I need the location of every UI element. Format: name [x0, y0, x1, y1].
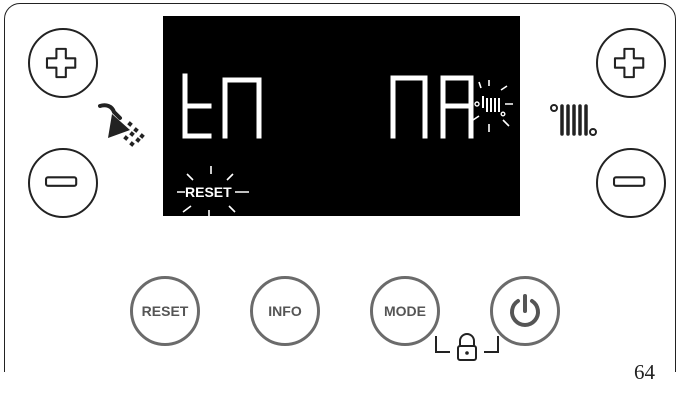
panel-bottom-gap: [4, 372, 676, 392]
minus-icon: [612, 176, 646, 187]
dhw-plus-button[interactable]: [28, 28, 98, 98]
info-button[interactable]: INFO: [250, 276, 320, 346]
lcd-reset-text: RESET: [185, 184, 232, 200]
lcd-left-digits: [182, 73, 262, 139]
info-button-label: INFO: [268, 303, 302, 319]
plus-icon: [45, 47, 77, 79]
mode-button[interactable]: MODE: [370, 276, 440, 346]
plus-icon: [613, 47, 645, 79]
lcd-display: RESET: [163, 16, 520, 216]
power-icon: [510, 294, 540, 327]
reset-button[interactable]: RESET: [130, 276, 200, 346]
padlock-icon: [457, 333, 477, 361]
ch-plus-button[interactable]: [596, 28, 666, 98]
reset-button-label: RESET: [141, 303, 189, 319]
mode-button-label: MODE: [384, 303, 426, 319]
page-number: 64: [634, 360, 655, 384]
ch-minus-button[interactable]: [596, 148, 666, 218]
lock-combo-indicator: [435, 333, 499, 361]
lcd-heating-indicator: [472, 80, 513, 132]
radiator-icon: [550, 104, 597, 136]
lcd-right-digits: [390, 75, 474, 139]
minus-icon: [44, 176, 78, 187]
dhw-minus-button[interactable]: [28, 148, 98, 218]
shower-icon: [98, 103, 145, 147]
